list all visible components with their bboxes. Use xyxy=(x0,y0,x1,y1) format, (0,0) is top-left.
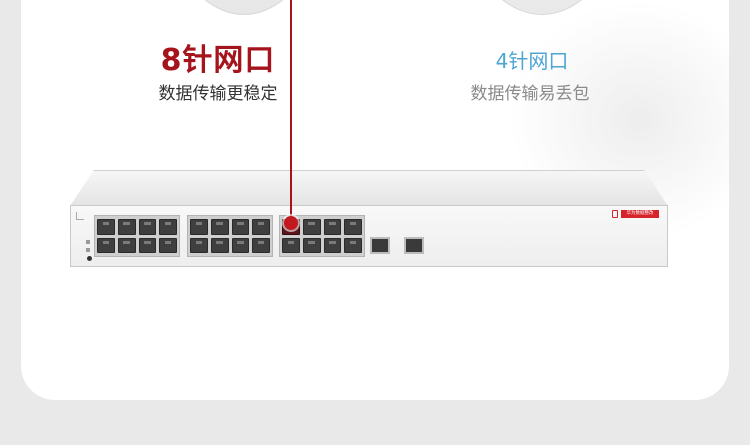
pin4-title: 4针网口 xyxy=(495,49,569,73)
power-led-icon xyxy=(87,256,92,261)
port-group-1 xyxy=(94,215,180,257)
rj45-port xyxy=(97,219,115,235)
pointer-dot-icon xyxy=(284,216,298,230)
pin4-closeup-circle xyxy=(457,0,627,15)
pin8-title: 8针网口 xyxy=(160,43,276,78)
pin8-closeup-circle xyxy=(159,0,329,15)
rj45-port xyxy=(302,237,321,253)
status-leds xyxy=(86,240,94,256)
rj45-port xyxy=(159,237,177,253)
port-group-2 xyxy=(187,215,273,257)
rj45-port xyxy=(344,237,362,253)
brand-logo-icon xyxy=(612,210,618,218)
brand-label: 华为数据整改 xyxy=(621,210,659,218)
rj45-port xyxy=(323,219,342,235)
sfp-port xyxy=(370,237,390,254)
rj45-port xyxy=(252,219,270,235)
rj45-port xyxy=(117,237,136,253)
rj45-port xyxy=(210,219,229,235)
rj45-port xyxy=(231,219,250,235)
rj45-port xyxy=(117,219,136,235)
rj45-port xyxy=(344,219,362,235)
rj45-port xyxy=(302,219,321,235)
rj45-port xyxy=(138,219,157,235)
pointer-line xyxy=(290,0,292,223)
rj45-port xyxy=(323,237,342,253)
rj45-port xyxy=(210,237,229,253)
pin8-subtitle: 数据传输更稳定 xyxy=(158,84,278,104)
rj45-port xyxy=(159,219,177,235)
rj45-port xyxy=(252,237,270,253)
sfp-port xyxy=(404,237,424,254)
rj45-port xyxy=(190,237,208,253)
rj45-port xyxy=(190,219,208,235)
switch-top-panel xyxy=(70,170,668,206)
rj45-port xyxy=(282,237,300,253)
rj45-port xyxy=(138,237,157,253)
pin4-subtitle: 数据传输易丢包 xyxy=(470,84,590,104)
rj45-port xyxy=(231,237,250,253)
corner-mark xyxy=(76,212,84,220)
rj45-port xyxy=(97,237,115,253)
